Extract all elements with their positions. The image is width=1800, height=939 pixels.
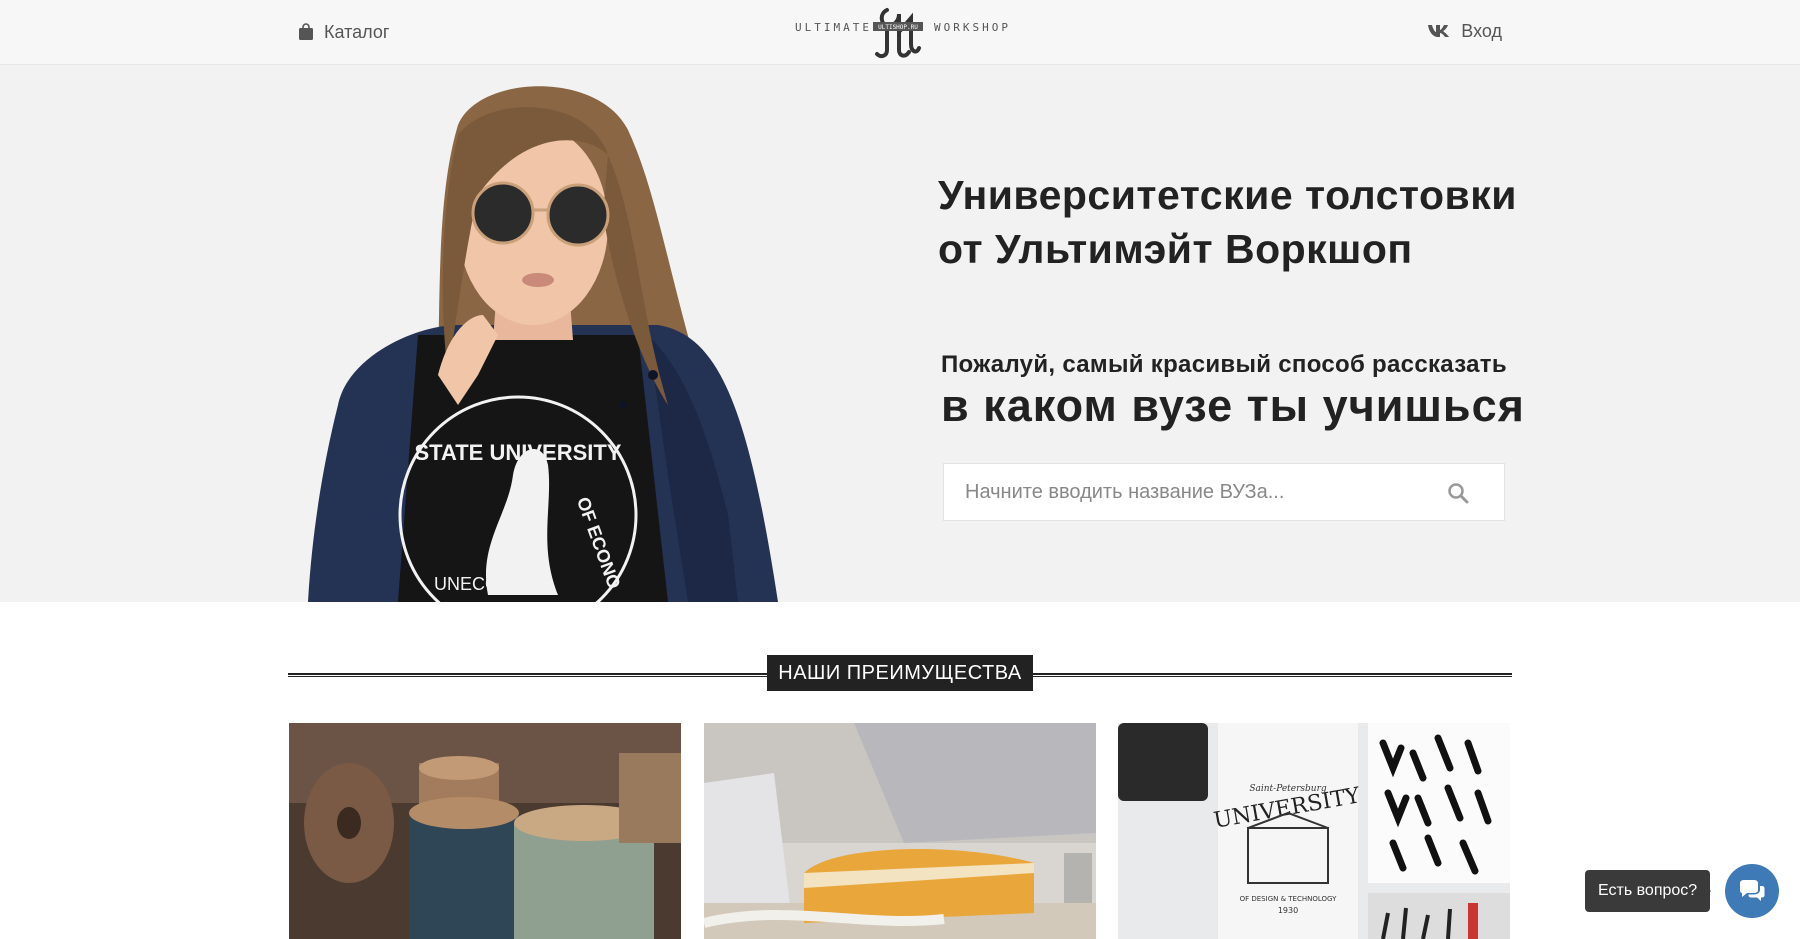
site-logo[interactable]: ULTIMATE ULTISHOP.RU WORKSHOP (795, 4, 1008, 62)
login-label: Вход (1461, 20, 1502, 41)
university-print-image: Saint-Petersburg UNIVERSITY OF DESIGN & … (1118, 723, 1510, 939)
print-bottom-text: OF DESIGN & TECHNOLOGY (1240, 895, 1337, 903)
chat-prompt-arrow (1702, 883, 1711, 899)
shirt-text-bottom: UNECON (434, 574, 512, 594)
shopping-bag-icon (299, 23, 313, 40)
shirt-text-top: STATE UNIVERSITY (415, 440, 622, 465)
advantage-card-print[interactable]: Saint-Petersburg UNIVERSITY OF DESIGN & … (1118, 723, 1510, 939)
logo-left-word: ULTIMATE (795, 21, 872, 34)
chat-button[interactable] (1725, 864, 1779, 918)
university-search-input[interactable] (944, 464, 1424, 520)
chat-prompt-label[interactable]: Есть вопрос? (1585, 870, 1711, 912)
hero-title: Университетские толстовки от Ультимэйт В… (938, 168, 1558, 276)
catalog-link[interactable]: Каталог (298, 20, 389, 44)
hero-title-line-1: Университетские толстовки (938, 172, 1517, 218)
logo-badge-text: ULTISHOP.RU (878, 24, 918, 31)
hero-subtitle-large: в каком вузе ты учишься (941, 380, 1525, 431)
search-icon[interactable] (1447, 482, 1469, 504)
catalog-label: Каталог (324, 21, 390, 42)
login-link[interactable]: Вход (1427, 19, 1502, 43)
chat-bubbles-icon (1740, 880, 1765, 901)
logo-right-word: WORKSHOP (934, 21, 1011, 34)
hero-model-photo: STATE UNIVERSITY OF ECONO UNECON (308, 86, 778, 602)
tailor-workbench-image (704, 723, 1096, 939)
advantages-section-title: НАШИ ПРЕИМУЩЕСТВА (767, 655, 1033, 691)
university-search (943, 463, 1505, 521)
vk-icon (1428, 25, 1450, 37)
thread-spools-image (289, 723, 681, 939)
hero-title-line-2: от Ультимэйт Воркшоп (938, 226, 1413, 272)
advantage-card-thread[interactable] (289, 723, 681, 939)
hero-section: STATE UNIVERSITY OF ECONO UNECON Универс… (0, 65, 1800, 602)
advantage-card-workshop[interactable] (704, 723, 1096, 939)
site-header: Каталог ULTIMATE ULTISHOP.RU WORKSHOP Вх… (0, 0, 1800, 65)
logo-monogram-icon: ULTISHOP.RU (873, 8, 923, 59)
print-year-text: 1930 (1278, 906, 1298, 915)
hero-subtitle: Пожалуй, самый красивый способ рассказат… (941, 351, 1507, 378)
